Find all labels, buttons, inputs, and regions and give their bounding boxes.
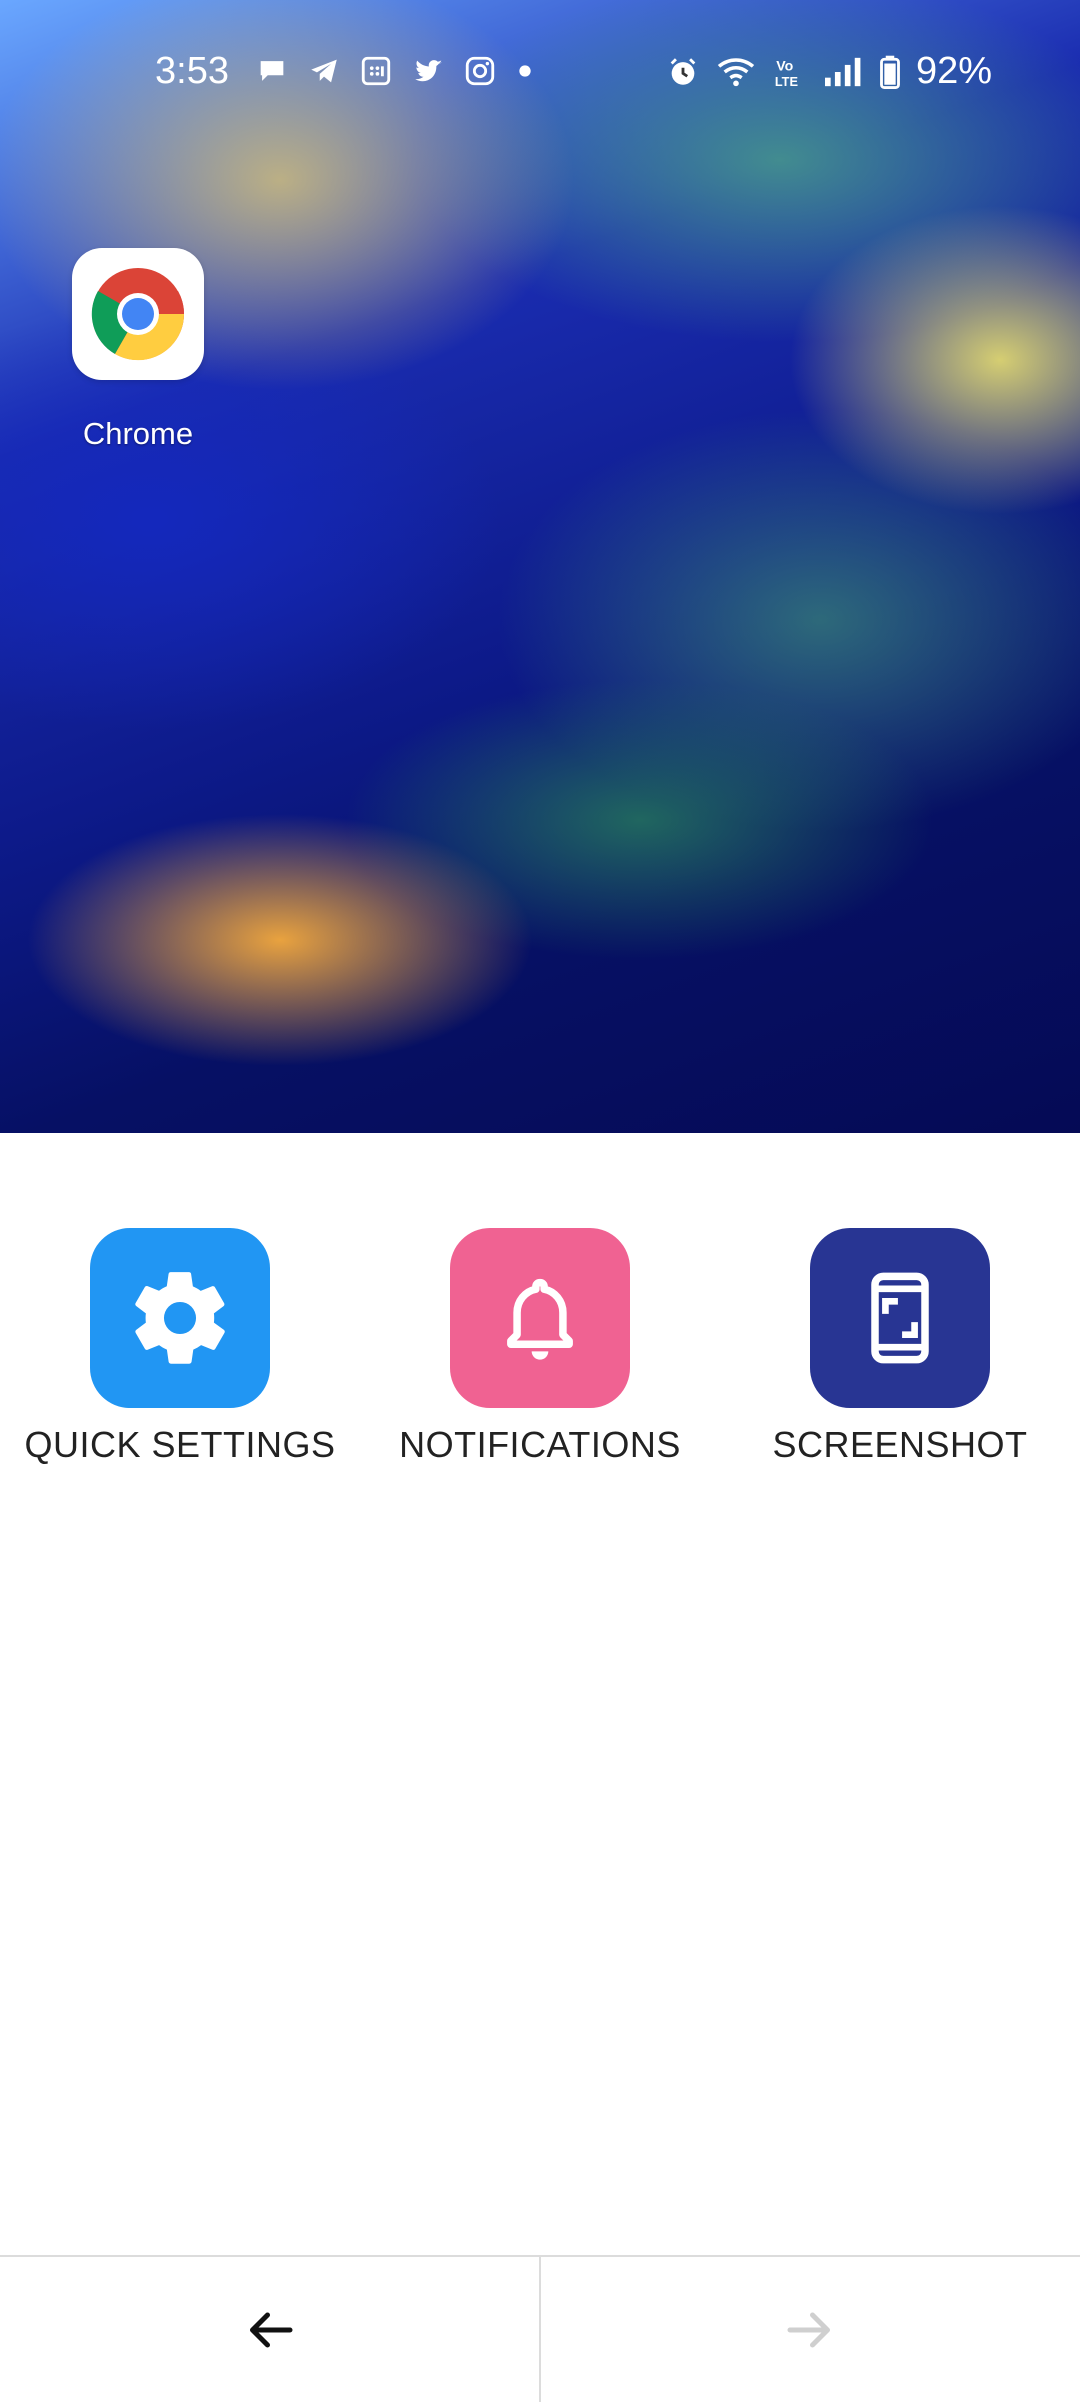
message-bubble-icon xyxy=(260,61,284,81)
volte-icon: VoLTE xyxy=(775,58,798,89)
instagram-icon xyxy=(465,56,495,86)
gear-icon xyxy=(135,1272,225,1364)
notifications-label: NOTIFICATIONS xyxy=(399,1424,681,1465)
screenshot-tile[interactable] xyxy=(810,1228,990,1408)
phone-screenshot-icon xyxy=(871,1272,929,1364)
status-time: 3:53 xyxy=(155,50,229,92)
bottom-navigation xyxy=(0,2255,1080,2402)
quick-settings-action[interactable]: QUICK SETTINGS xyxy=(0,1228,360,1466)
signal-icon xyxy=(824,57,861,86)
quick-settings-label: QUICK SETTINGS xyxy=(24,1424,336,1465)
svg-text:Vo: Vo xyxy=(776,58,793,74)
chrome-app[interactable]: Chrome xyxy=(72,248,204,452)
alarm-icon xyxy=(670,57,696,85)
notifications-action[interactable]: NOTIFICATIONS xyxy=(360,1228,720,1466)
bell-icon xyxy=(507,1278,573,1360)
quick-settings-tile[interactable] xyxy=(90,1228,270,1408)
back-button[interactable] xyxy=(0,2257,540,2402)
telegram-icon xyxy=(311,59,337,83)
screenshot-action[interactable]: SCREENSHOT xyxy=(720,1228,1080,1466)
twitter-icon xyxy=(415,60,443,82)
arrow-left-icon xyxy=(250,2312,293,2347)
svg-text:LTE: LTE xyxy=(775,74,798,89)
home-wallpaper: 3:53 Vo LTE 92% Chrome xyxy=(0,0,1080,1133)
battery-percentage: 92% xyxy=(915,50,992,92)
forward-button[interactable] xyxy=(540,2257,1080,2402)
status-bar: 3:53 Vo LTE 92% xyxy=(0,40,1080,104)
calculator-icon xyxy=(361,56,391,86)
notifications-tile[interactable] xyxy=(450,1228,630,1408)
chrome-app-label: Chrome xyxy=(82,416,194,451)
quick-actions-panel: QUICK SETTINGS NOTIFICATIONS SCREENSHOT xyxy=(0,1228,1080,1488)
chrome-icon[interactable] xyxy=(72,248,204,380)
screenshot-label: SCREENSHOT xyxy=(772,1424,1028,1465)
battery-icon xyxy=(880,55,900,89)
arrow-right-icon xyxy=(787,2312,830,2347)
wifi-icon xyxy=(717,57,755,86)
dot-icon xyxy=(519,65,531,77)
